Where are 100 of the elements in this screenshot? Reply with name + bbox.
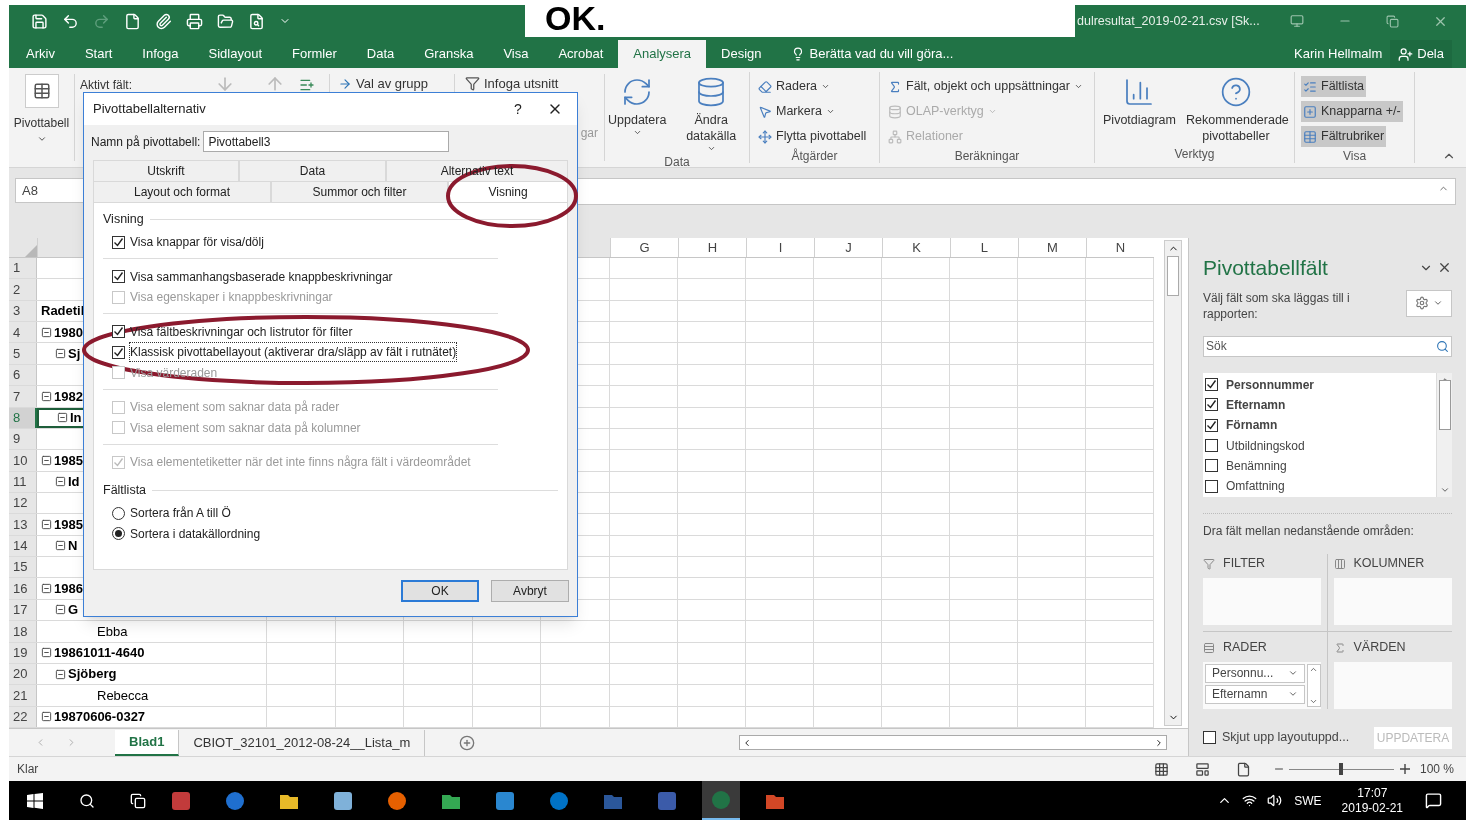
sheet-tab[interactable]: Blad1	[115, 729, 180, 756]
ribbon-button[interactable]: Uppdatera	[605, 76, 670, 153]
area-field-chip[interactable]: Personnu...	[1205, 663, 1305, 683]
zoom-in-icon[interactable]	[1399, 764, 1410, 774]
row-header[interactable]: 21	[9, 685, 37, 706]
notebook-app-icon[interactable]	[332, 789, 354, 812]
collapse-icon[interactable]	[41, 390, 52, 402]
ribbon-button[interactable]: Fältrubriker	[1301, 126, 1387, 147]
settings-button[interactable]	[1406, 289, 1452, 317]
search-icon[interactable]	[79, 792, 95, 809]
print-preview-icon[interactable]	[248, 12, 265, 30]
dialog-tab[interactable]: Summor och filter	[271, 181, 448, 202]
pivot-table-button[interactable]: Pivottabell	[13, 74, 70, 144]
menu-tab[interactable]: Acrobat	[543, 40, 619, 68]
undo-icon[interactable]	[62, 12, 79, 30]
ribbon-button[interactable]: Ändra datakälla	[673, 76, 749, 153]
dialog-tab[interactable]: Visning	[448, 181, 568, 202]
field-checkbox[interactable]	[1205, 479, 1218, 493]
mail-app-icon[interactable]	[548, 789, 570, 812]
menu-tab[interactable]: Design	[706, 40, 777, 68]
row-header[interactable]: 18	[9, 621, 37, 642]
notifications-icon[interactable]	[1425, 792, 1442, 809]
field-checkbox[interactable]	[1205, 439, 1218, 453]
browser-app-icon[interactable]	[386, 789, 408, 812]
checkbox[interactable]	[112, 325, 125, 338]
menu-tab[interactable]: Formler	[277, 40, 352, 68]
task-view-icon[interactable]	[130, 792, 146, 809]
zoom-thumb[interactable]	[1339, 763, 1344, 775]
help-button[interactable]: ?	[503, 98, 533, 120]
insert-slicer-button[interactable]: Infoga utsnitt	[465, 74, 598, 94]
field-name[interactable]: Omfattning	[1226, 477, 1285, 496]
ribbon-button[interactable]: Fältlista	[1301, 76, 1367, 97]
new-file-icon[interactable]	[124, 12, 141, 30]
field-name[interactable]: Förnamn	[1226, 416, 1278, 435]
page-layout-icon[interactable]	[1194, 761, 1210, 777]
menu-tab[interactable]: Infoga	[127, 40, 194, 68]
ribbon-button[interactable]: Markera	[756, 101, 837, 122]
row-header[interactable]: 11	[9, 471, 37, 492]
collapse-icon[interactable]	[55, 604, 66, 616]
row-header[interactable]: 22	[9, 706, 37, 727]
search-field[interactable]: Sök	[1203, 335, 1452, 357]
collapse-icon[interactable]	[55, 540, 66, 552]
restore-icon[interactable]	[1386, 14, 1399, 28]
checkbox[interactable]	[112, 235, 125, 249]
dialog-tab[interactable]: Data	[239, 160, 386, 181]
share-button[interactable]: Dela	[1390, 40, 1452, 68]
row-header[interactable]: 16	[9, 578, 37, 599]
ribbon-button[interactable]: Pivotdiagram	[1100, 76, 1179, 145]
field-name[interactable]: Personnummer	[1226, 375, 1315, 394]
attach-icon[interactable]	[155, 12, 172, 30]
ribbon-button[interactable]: Flytta pivottabell	[756, 126, 869, 147]
print-icon[interactable]	[186, 12, 203, 30]
row-header[interactable]: 5	[9, 343, 37, 364]
row-header[interactable]: 7	[9, 386, 37, 407]
ribbon-button[interactable]: Knapparna +/-	[1301, 101, 1403, 122]
browser-app-icon[interactable]	[224, 789, 246, 812]
radio-button[interactable]	[112, 506, 125, 520]
browser-app-icon[interactable]	[494, 789, 516, 812]
collapse-icon[interactable]	[55, 668, 66, 680]
row-header[interactable]: 13	[9, 514, 37, 535]
language-indicator[interactable]: SWE	[1294, 791, 1322, 810]
field-name[interactable]: Benämning	[1226, 456, 1287, 475]
column-header[interactable]: M	[1017, 238, 1086, 257]
ribbon-display-icon[interactable]	[1290, 14, 1304, 28]
normal-view-icon[interactable]	[1153, 761, 1169, 777]
start-icon[interactable]	[27, 792, 43, 809]
dialog-tab[interactable]: Layout och format	[93, 181, 271, 202]
row-header[interactable]: 6	[9, 364, 37, 386]
column-header[interactable]: L	[949, 238, 1018, 257]
checkbox[interactable]	[112, 345, 125, 359]
menu-tab[interactable]: Data	[351, 40, 410, 68]
volume-icon[interactable]	[1267, 793, 1283, 808]
scroll-thumb[interactable]	[1438, 379, 1451, 430]
save-icon[interactable]	[31, 12, 48, 30]
collapse-icon[interactable]	[55, 476, 66, 488]
ribbon-button[interactable]: Rekommenderade pivottabeller	[1182, 76, 1289, 145]
column-header[interactable]: I	[745, 238, 814, 257]
dialog-button[interactable]: OK	[401, 580, 479, 602]
column-header[interactable]: N	[1085, 238, 1154, 257]
ribbon-button[interactable]: Fält, objekt och uppsättningar	[886, 76, 1085, 97]
menu-tab[interactable]: Arkiv	[11, 40, 70, 68]
row-header[interactable]: 20	[9, 663, 37, 685]
name-field[interactable]: Pivottabell3	[203, 131, 450, 152]
collapse-icon[interactable]	[41, 711, 52, 723]
row-header[interactable]: 10	[9, 450, 37, 471]
group-selection-button[interactable]: Val av grupp	[338, 74, 429, 94]
dialog-tab[interactable]: Utskrift	[93, 160, 239, 181]
row-header[interactable]: 14	[9, 535, 37, 557]
field-checkbox[interactable]	[1205, 378, 1218, 392]
row-header[interactable]: 19	[9, 642, 37, 663]
scroll-thumb[interactable]	[1167, 256, 1179, 296]
field-checkbox[interactable]	[1205, 398, 1218, 412]
collapse-icon[interactable]	[57, 412, 68, 424]
row-header[interactable]: 8	[9, 407, 37, 428]
row-header[interactable]: 1	[9, 258, 37, 279]
zoom-slider[interactable]	[1288, 763, 1394, 775]
row-header[interactable]: 3	[9, 300, 37, 322]
row-header[interactable]: 9	[9, 428, 37, 450]
area-field-chip[interactable]: Efternamn	[1205, 684, 1305, 704]
column-header[interactable]: G	[609, 238, 678, 257]
